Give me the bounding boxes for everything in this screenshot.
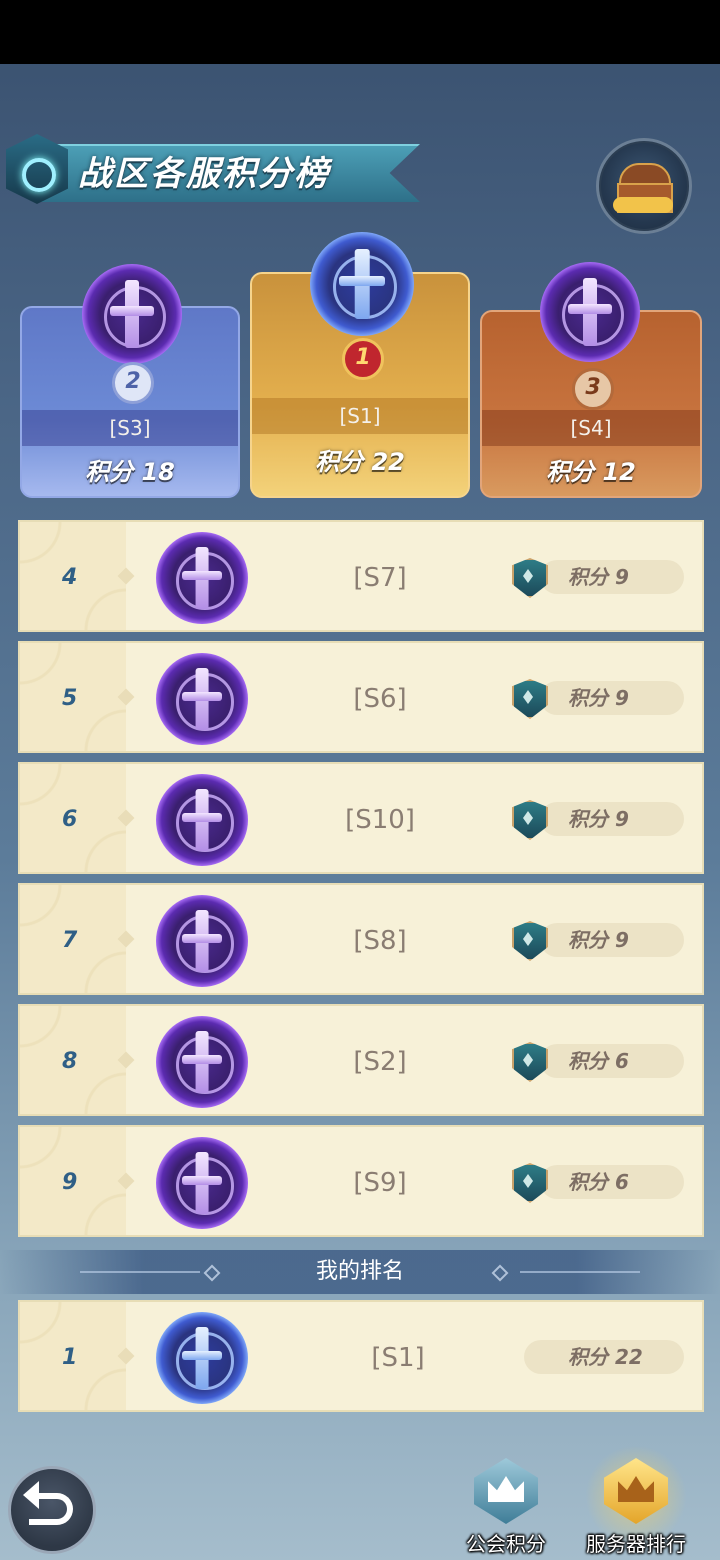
server-emblem-icon xyxy=(156,1312,248,1404)
rank-number: 9 xyxy=(62,1170,78,1195)
score-value: 积分 22 xyxy=(568,1345,643,1369)
list-item[interactable]: 8 [S2] 积分 6 xyxy=(18,1004,704,1116)
podium-third[interactable]: [S4] 积分 12 3 xyxy=(480,260,702,498)
server-emblem-icon xyxy=(82,264,182,364)
podium-score: 积分 18 xyxy=(85,458,175,486)
rank-number: 1 xyxy=(62,1345,78,1370)
status-bar xyxy=(0,0,720,64)
server-emblem-icon xyxy=(310,232,414,336)
rank-number: 5 xyxy=(62,686,78,711)
list-item[interactable]: 9 [S9] 积分 6 xyxy=(18,1125,704,1237)
rank-badge-2: 2 xyxy=(112,362,154,404)
treasure-chest-button[interactable] xyxy=(596,138,692,234)
score-value: 积分 9 xyxy=(568,565,629,589)
server-name: [S8] xyxy=(353,926,407,956)
rank-number: 7 xyxy=(62,928,78,953)
server-name: [S1] xyxy=(371,1343,425,1373)
server-emblem-icon xyxy=(156,774,248,866)
podium-first[interactable]: [S1] 积分 22 1 xyxy=(250,226,470,498)
podium-server: [S3] xyxy=(22,410,238,446)
rank-number: 4 xyxy=(62,565,78,590)
shield-icon xyxy=(512,1163,548,1203)
shield-icon xyxy=(512,679,548,719)
score-value: 积分 9 xyxy=(568,686,629,710)
shield-icon xyxy=(512,558,548,598)
shield-icon xyxy=(512,921,548,961)
podium-server: [S4] xyxy=(482,410,700,446)
podium-score: 积分 22 xyxy=(315,448,405,476)
server-ranking-label: 服务器排行 xyxy=(586,1532,686,1556)
server-ranking-button[interactable]: 服务器排行 xyxy=(576,1446,696,1560)
server-emblem-icon xyxy=(156,1016,248,1108)
score-value: 积分 6 xyxy=(568,1170,629,1194)
server-emblem-icon xyxy=(156,532,248,624)
list-item[interactable]: 5 [S6] 积分 9 xyxy=(18,641,704,753)
rank-number: 8 xyxy=(62,1049,78,1074)
server-name: [S10] xyxy=(345,805,415,835)
shield-icon xyxy=(512,800,548,840)
shield-icon xyxy=(512,1042,548,1082)
podium-score: 积分 12 xyxy=(546,458,636,486)
server-emblem-icon xyxy=(540,262,640,362)
score-value: 积分 9 xyxy=(568,928,629,952)
server-name: [S2] xyxy=(353,1047,407,1077)
my-ranking-label: 我的排名 xyxy=(315,1259,404,1284)
server-name: [S7] xyxy=(353,563,407,593)
server-emblem-icon xyxy=(156,895,248,987)
list-item[interactable]: 7 [S8] 积分 9 xyxy=(18,883,704,995)
guild-points-label: 公会积分 xyxy=(466,1532,546,1556)
server-emblem-icon xyxy=(156,1137,248,1229)
rank-badge-1: 1 xyxy=(342,338,384,380)
server-emblem-icon xyxy=(156,653,248,745)
server-name: [S6] xyxy=(353,684,407,714)
server-name: [S9] xyxy=(353,1168,407,1198)
title-banner: 战区各服积分榜 xyxy=(0,128,440,212)
my-ranking-row[interactable]: 1 [S1] 积分 22 xyxy=(18,1300,704,1412)
page-title: 战区各服积分榜 xyxy=(78,154,330,194)
list-item[interactable]: 4 [S7] 积分 9 xyxy=(18,520,704,632)
score-value: 积分 6 xyxy=(568,1049,629,1073)
guild-points-button[interactable]: 公会积分 xyxy=(446,1452,566,1560)
rank-badge-3: 3 xyxy=(572,368,614,410)
podium-server: [S1] xyxy=(252,398,468,434)
rank-number: 6 xyxy=(62,807,78,832)
score-value: 积分 9 xyxy=(568,807,629,831)
back-button[interactable] xyxy=(8,1466,96,1554)
list-item[interactable]: 6 [S10] 积分 9 xyxy=(18,762,704,874)
podium-second[interactable]: [S3] 积分 18 2 xyxy=(20,260,240,498)
